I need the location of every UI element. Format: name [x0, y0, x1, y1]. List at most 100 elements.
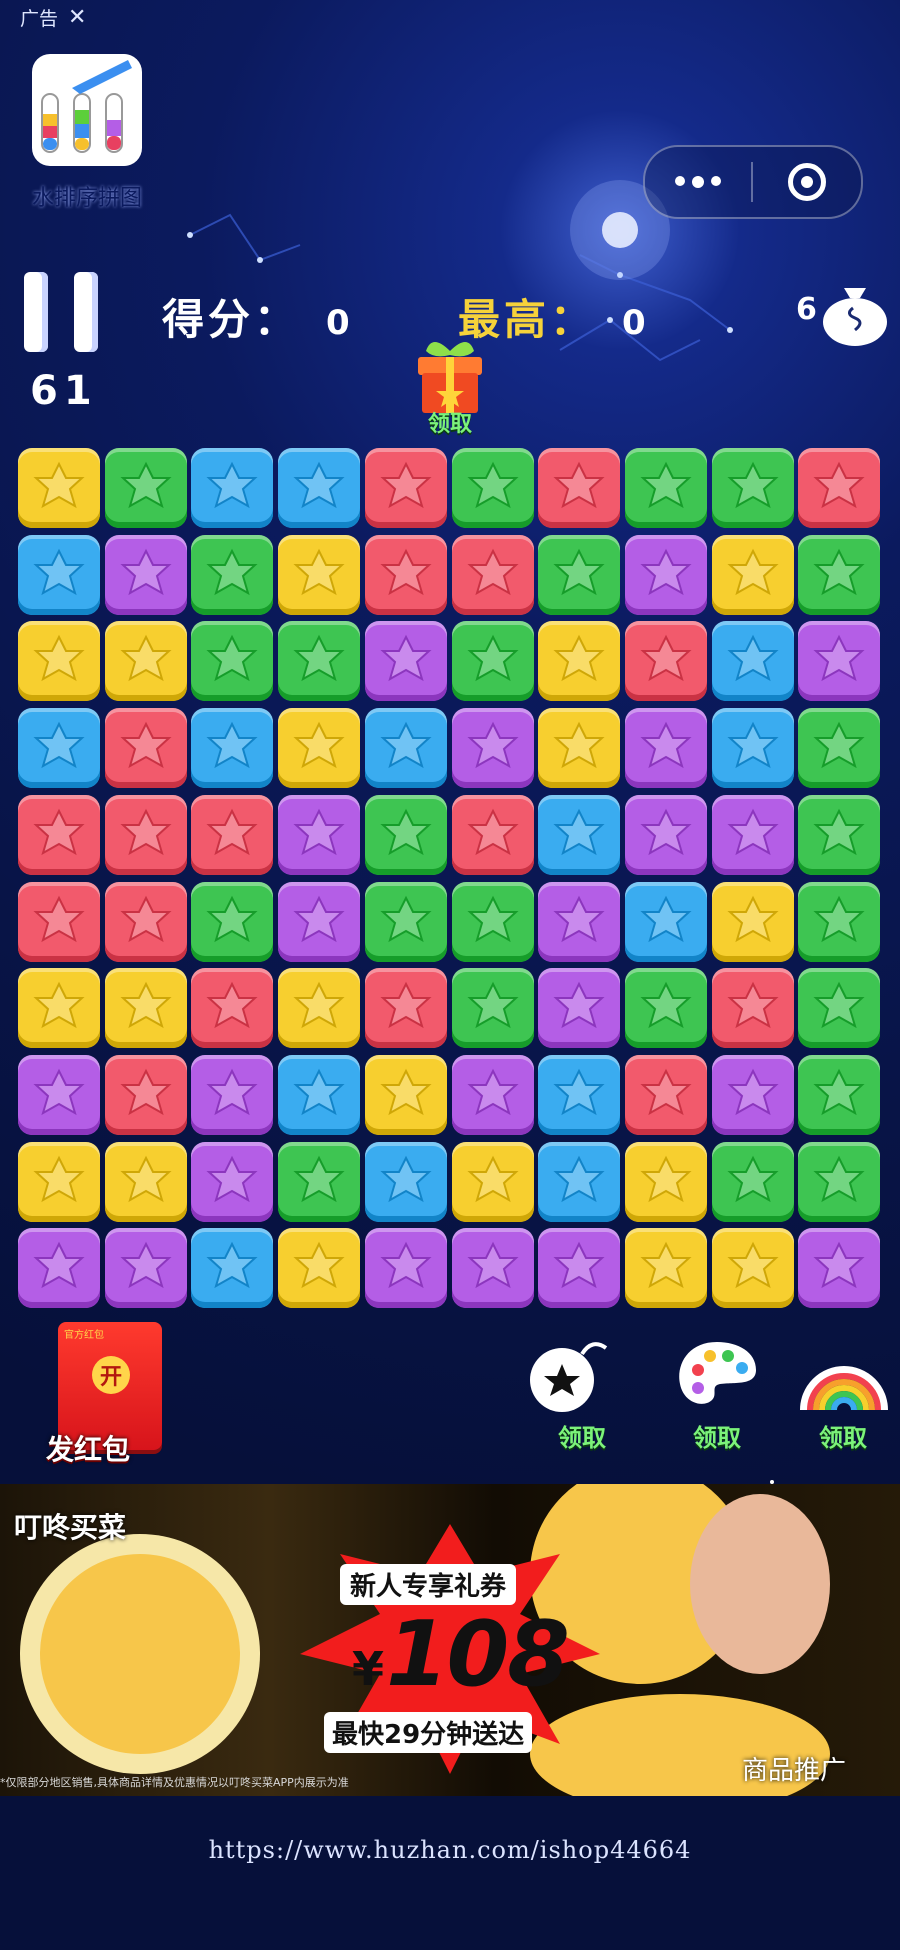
star-tile-purple[interactable] — [18, 1054, 100, 1135]
star-tile-red[interactable] — [104, 794, 187, 875]
star-tile-red[interactable] — [538, 448, 621, 528]
star-tile-blue[interactable] — [191, 448, 274, 528]
bomb-icon[interactable] — [522, 1334, 612, 1414]
star-tile-purple[interactable] — [364, 621, 447, 702]
star-tile-green[interactable] — [451, 968, 534, 1049]
star-tile-green[interactable] — [451, 881, 534, 962]
star-tile-purple[interactable] — [711, 1054, 794, 1135]
star-tile-red[interactable] — [711, 968, 794, 1049]
star-tile-red[interactable] — [18, 794, 100, 875]
star-tile-purple[interactable] — [624, 534, 707, 615]
star-tile-green[interactable] — [711, 1141, 794, 1222]
star-tile-yellow[interactable] — [278, 1228, 361, 1309]
star-tile-purple[interactable] — [624, 794, 707, 875]
star-tile-purple[interactable] — [798, 1228, 881, 1309]
star-tile-purple[interactable] — [451, 1054, 534, 1135]
star-tile-red[interactable] — [104, 881, 187, 962]
ad-banner[interactable]: 叮咚买菜 新人专享礼券 ¥108 最快29分钟送达 *仅限部分地区销售,具体商品… — [0, 1484, 900, 1796]
star-tile-red[interactable] — [624, 621, 707, 702]
star-tile-green[interactable] — [798, 708, 881, 789]
star-tile-purple[interactable] — [624, 708, 707, 789]
star-tile-green[interactable] — [798, 1054, 881, 1135]
star-tile-purple[interactable] — [278, 881, 361, 962]
star-tile-yellow[interactable] — [711, 881, 794, 962]
star-tile-blue[interactable] — [538, 1054, 621, 1135]
star-tile-blue[interactable] — [364, 708, 447, 789]
star-tile-purple[interactable] — [278, 794, 361, 875]
star-tile-red[interactable] — [451, 534, 534, 615]
star-tile-yellow[interactable] — [451, 1141, 534, 1222]
star-tile-yellow[interactable] — [538, 621, 621, 702]
star-tile-purple[interactable] — [364, 1228, 447, 1309]
star-tile-green[interactable] — [798, 1141, 881, 1222]
star-tile-green[interactable] — [798, 794, 881, 875]
hongbao-label[interactable]: 发红包 — [46, 1428, 176, 1468]
star-tile-red[interactable] — [104, 1054, 187, 1135]
star-tile-purple[interactable] — [104, 1228, 187, 1309]
star-tile-blue[interactable] — [711, 708, 794, 789]
star-tile-green[interactable] — [191, 881, 274, 962]
star-tile-purple[interactable] — [711, 794, 794, 875]
star-tile-red[interactable] — [191, 968, 274, 1049]
star-tile-red[interactable] — [364, 534, 447, 615]
ad-close-icon[interactable]: ✕ — [68, 5, 86, 30]
star-tile-red[interactable] — [364, 968, 447, 1049]
money-bag-icon[interactable] — [820, 274, 890, 346]
star-tile-yellow[interactable] — [104, 968, 187, 1049]
star-tile-green[interactable] — [624, 448, 707, 528]
star-tile-yellow[interactable] — [624, 1228, 707, 1309]
star-tile-green[interactable] — [364, 881, 447, 962]
star-tile-blue[interactable] — [191, 1228, 274, 1309]
rainbow-icon[interactable] — [800, 1334, 890, 1414]
star-tile-green[interactable] — [191, 621, 274, 702]
star-tile-green[interactable] — [451, 448, 534, 528]
star-tile-yellow[interactable] — [18, 448, 100, 528]
star-tile-purple[interactable] — [451, 708, 534, 789]
star-tile-red[interactable] — [624, 1054, 707, 1135]
star-tile-green[interactable] — [191, 534, 274, 615]
water-sort-tubes-icon[interactable] — [32, 54, 142, 166]
star-tile-purple[interactable] — [798, 621, 881, 702]
star-tile-yellow[interactable] — [278, 534, 361, 615]
star-tile-yellow[interactable] — [538, 708, 621, 789]
star-tile-blue[interactable] — [278, 448, 361, 528]
star-tile-yellow[interactable] — [104, 621, 187, 702]
star-tile-purple[interactable] — [538, 1228, 621, 1309]
star-tile-yellow[interactable] — [18, 621, 100, 702]
star-tile-blue[interactable] — [624, 881, 707, 962]
star-tile-purple[interactable] — [538, 881, 621, 962]
star-tile-green[interactable] — [711, 448, 794, 528]
star-tile-green[interactable] — [451, 621, 534, 702]
star-tile-blue[interactable] — [538, 794, 621, 875]
bomb-claim-label[interactable]: 领取 — [537, 1418, 627, 1453]
target-circle-icon[interactable] — [753, 163, 861, 201]
star-tile-yellow[interactable] — [18, 968, 100, 1049]
star-tile-blue[interactable] — [278, 1054, 361, 1135]
palette-claim-label[interactable]: 领取 — [672, 1418, 762, 1453]
star-tile-red[interactable] — [18, 881, 100, 962]
rainbow-claim-label[interactable]: 领取 — [798, 1418, 888, 1453]
star-tile-blue[interactable] — [364, 1141, 447, 1222]
star-tile-yellow[interactable] — [278, 968, 361, 1049]
star-tile-purple[interactable] — [451, 1228, 534, 1309]
star-tile-yellow[interactable] — [18, 1141, 100, 1222]
star-tile-purple[interactable] — [104, 534, 187, 615]
star-tile-green[interactable] — [798, 881, 881, 962]
gift-claim-label[interactable]: 领取 — [410, 406, 490, 438]
star-tile-green[interactable] — [104, 448, 187, 528]
star-tile-green[interactable] — [798, 534, 881, 615]
star-tile-blue[interactable] — [18, 534, 100, 615]
star-tile-green[interactable] — [278, 1141, 361, 1222]
star-tile-purple[interactable] — [18, 1228, 100, 1309]
star-tile-green[interactable] — [798, 968, 881, 1049]
star-tile-red[interactable] — [798, 448, 881, 528]
pause-button[interactable] — [24, 272, 100, 352]
star-tile-red[interactable] — [104, 708, 187, 789]
star-tile-yellow[interactable] — [711, 1228, 794, 1309]
star-tile-red[interactable] — [191, 794, 274, 875]
star-tile-red[interactable] — [451, 794, 534, 875]
star-tile-green[interactable] — [538, 534, 621, 615]
star-tile-blue[interactable] — [538, 1141, 621, 1222]
star-tile-red[interactable] — [364, 448, 447, 528]
star-tile-purple[interactable] — [191, 1141, 274, 1222]
